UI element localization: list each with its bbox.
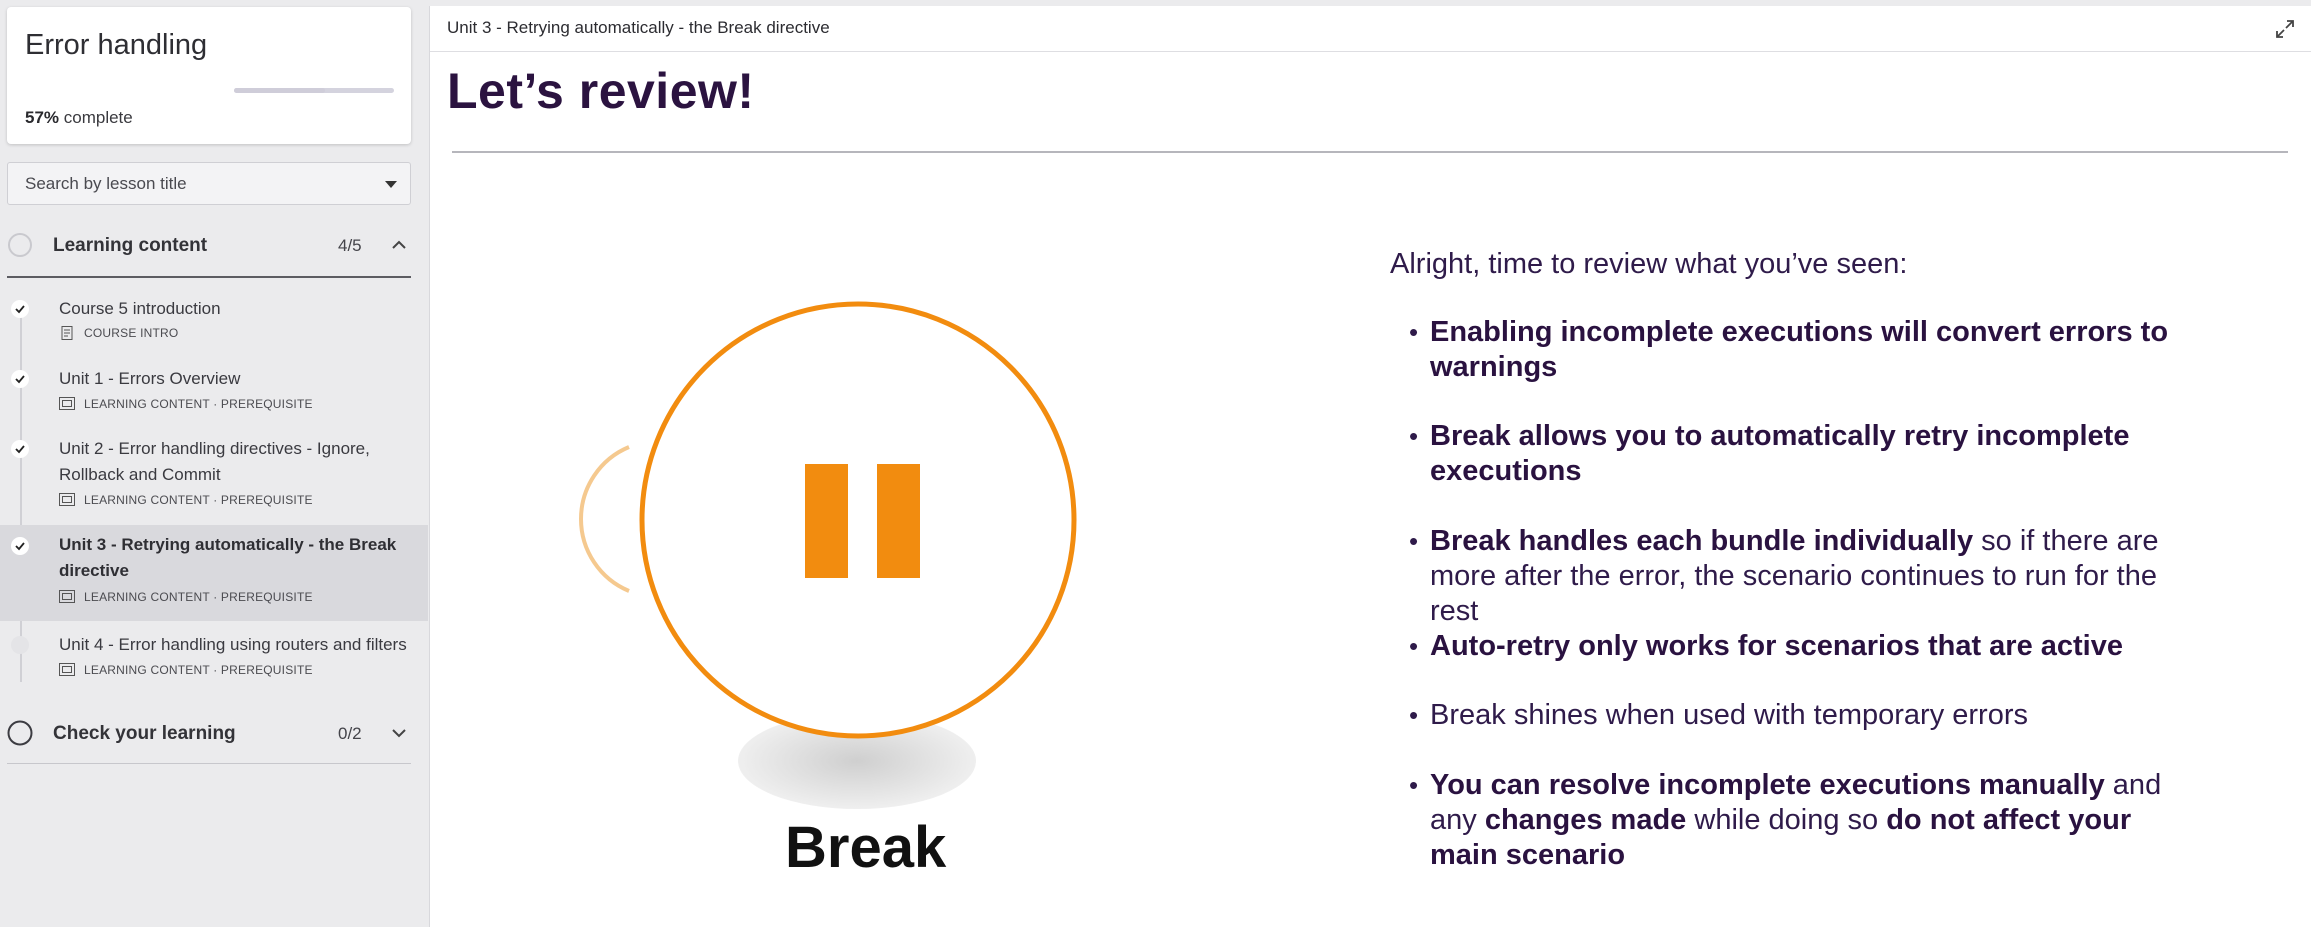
expand-icon[interactable] bbox=[2274, 18, 2296, 40]
heading-divider bbox=[452, 151, 2288, 153]
progress-ring-icon bbox=[7, 720, 33, 746]
lesson-viewer: Unit 3 - Retrying automatically - the Br… bbox=[429, 6, 2311, 927]
document-icon bbox=[61, 326, 73, 340]
progress-ring-icon bbox=[8, 233, 32, 257]
check-icon bbox=[11, 300, 29, 318]
lesson-item-unit-3[interactable]: Unit 3 - Retrying automatically - the Br… bbox=[0, 525, 428, 621]
review-intro: Alright, time to review what you’ve seen… bbox=[1390, 248, 1908, 280]
review-bullet: • Auto-retry only works for scenarios tha… bbox=[1409, 630, 2123, 662]
incomplete-dot-icon bbox=[11, 636, 29, 654]
slides-icon bbox=[59, 493, 75, 506]
lesson-title: Unit 3 - Retrying automatically - the Br… bbox=[59, 535, 397, 580]
section-title: Learning content bbox=[53, 235, 208, 256]
review-bullet: • Break allows you to automatically retry… bbox=[1409, 420, 2130, 487]
lesson-item-unit-1[interactable]: Unit 1 - Errors Overview LEARNING CONTEN… bbox=[0, 362, 428, 422]
lesson-meta: LEARNING CONTENT · PREREQUISITE bbox=[59, 493, 313, 507]
lesson-meta-text: LEARNING CONTENT · PREREQUISITE bbox=[84, 590, 313, 604]
course-sidebar: Error handling 57% complete Search by le… bbox=[0, 0, 428, 927]
lesson-meta: COURSE INTRO bbox=[59, 326, 178, 340]
slides-icon bbox=[59, 397, 75, 410]
course-summary-card: Error handling 57% complete bbox=[7, 7, 411, 144]
lesson-search-placeholder: Search by lesson title bbox=[25, 174, 187, 193]
lesson-title: Unit 4 - Error handling using routers an… bbox=[59, 635, 407, 654]
slide-heading: Let’s review! bbox=[447, 63, 755, 119]
review-bullet: • Enabling incomplete executions will con… bbox=[1409, 316, 2169, 383]
lesson-item-unit-4[interactable]: Unit 4 - Error handling using routers an… bbox=[0, 628, 428, 688]
lesson-meta: LEARNING CONTENT · PREREQUISITE bbox=[59, 663, 313, 677]
lesson-search-select[interactable]: Search by lesson title bbox=[7, 162, 411, 205]
section-check-your-learning[interactable]: Check your learning 0/2 bbox=[7, 712, 411, 764]
lesson-meta: LEARNING CONTENT · PREREQUISITE bbox=[59, 590, 313, 604]
lesson-item-course-intro[interactable]: Course 5 introduction COURSE INTRO bbox=[0, 292, 428, 352]
section-learning-content[interactable]: Learning content 4/5 bbox=[7, 224, 411, 278]
slides-icon bbox=[59, 590, 75, 603]
lesson-meta-text: LEARNING CONTENT · PREREQUISITE bbox=[84, 663, 313, 677]
review-bullet: • Break handles each bundle individually … bbox=[1409, 525, 2159, 627]
progress-suffix: complete bbox=[59, 108, 133, 127]
check-icon bbox=[11, 537, 29, 555]
course-progress-text: 57% complete bbox=[25, 108, 133, 128]
lesson-title: Course 5 introduction bbox=[59, 299, 221, 318]
lesson-title: Unit 1 - Errors Overview bbox=[59, 369, 241, 388]
chevron-up-icon[interactable] bbox=[390, 236, 408, 254]
lesson-meta-text: LEARNING CONTENT · PREREQUISITE bbox=[84, 397, 313, 411]
slides-icon bbox=[59, 663, 75, 676]
review-bullet: • You can resolve incomplete executions m… bbox=[1409, 769, 2162, 871]
lesson-meta-text: COURSE INTRO bbox=[84, 326, 179, 340]
chevron-down-icon[interactable] bbox=[390, 724, 408, 742]
check-icon bbox=[11, 440, 29, 458]
review-bullet: • Break shines when used with temporary e… bbox=[1409, 699, 2028, 731]
section-count: 4/5 bbox=[338, 236, 362, 255]
caret-down-icon bbox=[385, 181, 397, 188]
lesson-topbar: Unit 3 - Retrying automatically - the Br… bbox=[430, 6, 2311, 52]
lesson-topbar-title: Unit 3 - Retrying automatically - the Br… bbox=[447, 18, 830, 37]
course-title: Error handling bbox=[25, 29, 208, 61]
lesson-meta: LEARNING CONTENT · PREREQUISITE bbox=[59, 397, 313, 411]
lesson-title: Unit 2 - Error handling directives - Ign… bbox=[59, 439, 370, 484]
section-title: Check your learning bbox=[53, 723, 236, 744]
section-count: 0/2 bbox=[338, 724, 362, 743]
break-module-label: Break bbox=[785, 815, 947, 880]
progress-percent: 57% bbox=[25, 108, 60, 127]
lesson-item-unit-2[interactable]: Unit 2 - Error handling directives - Ign… bbox=[0, 432, 428, 518]
course-progress-bar bbox=[234, 88, 394, 93]
course-progress-fill bbox=[234, 88, 326, 93]
check-icon bbox=[11, 370, 29, 388]
lesson-meta-text: LEARNING CONTENT · PREREQUISITE bbox=[84, 493, 313, 507]
